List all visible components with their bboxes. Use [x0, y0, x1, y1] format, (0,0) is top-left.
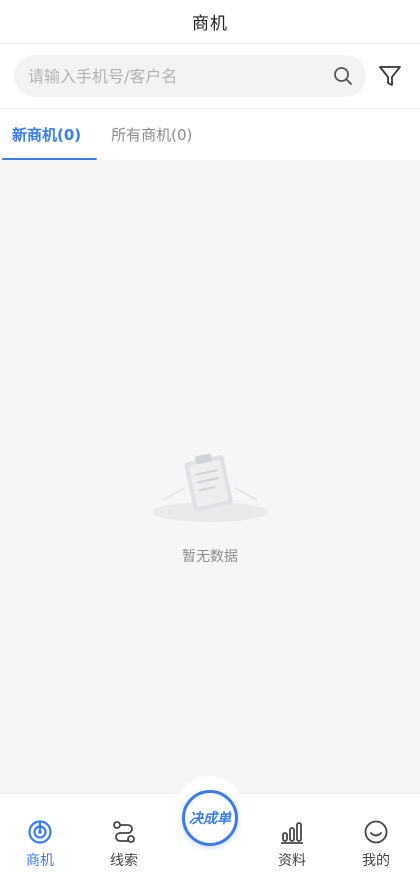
nav-label-mine: 我的	[362, 853, 390, 869]
search-input[interactable]	[28, 66, 332, 86]
bar-chart-icon	[278, 818, 306, 846]
target-icon	[26, 818, 54, 846]
close-deal-label: 决成单	[189, 811, 231, 827]
nav-item-leads[interactable]: 线索	[94, 818, 154, 870]
tab-bar: 新商机(0) 所有商机(0)	[0, 108, 420, 160]
header-bar: 商机	[0, 0, 420, 44]
nav-item-opportunities[interactable]: 商机	[10, 818, 70, 870]
empty-text: 暂无数据	[182, 549, 238, 565]
filter-icon[interactable]	[376, 62, 404, 90]
close-deal-button[interactable]: 决成单	[182, 790, 238, 846]
nav-item-materials[interactable]: 资料	[262, 818, 322, 870]
app-screen: 商机 新商机(0) 所有商机(0)	[0, 0, 420, 879]
search-icon[interactable]	[332, 65, 354, 87]
route-icon	[110, 818, 138, 846]
empty-clipboard-icon	[152, 453, 268, 522]
search-box[interactable]	[14, 55, 366, 97]
nav-item-mine[interactable]: 我的	[346, 818, 406, 870]
page-title: 商机	[192, 14, 228, 34]
tab-all-opportunities[interactable]: 所有商机(0)	[109, 109, 194, 160]
nav-label-materials: 资料	[278, 853, 306, 869]
nav-label-leads: 线索	[110, 853, 138, 869]
search-row	[0, 44, 420, 108]
tab-new-opportunities[interactable]: 新商机(0)	[1, 109, 98, 160]
smile-icon	[362, 818, 390, 846]
empty-state: 暂无数据	[0, 440, 420, 566]
nav-label-opportunities: 商机	[26, 853, 54, 869]
